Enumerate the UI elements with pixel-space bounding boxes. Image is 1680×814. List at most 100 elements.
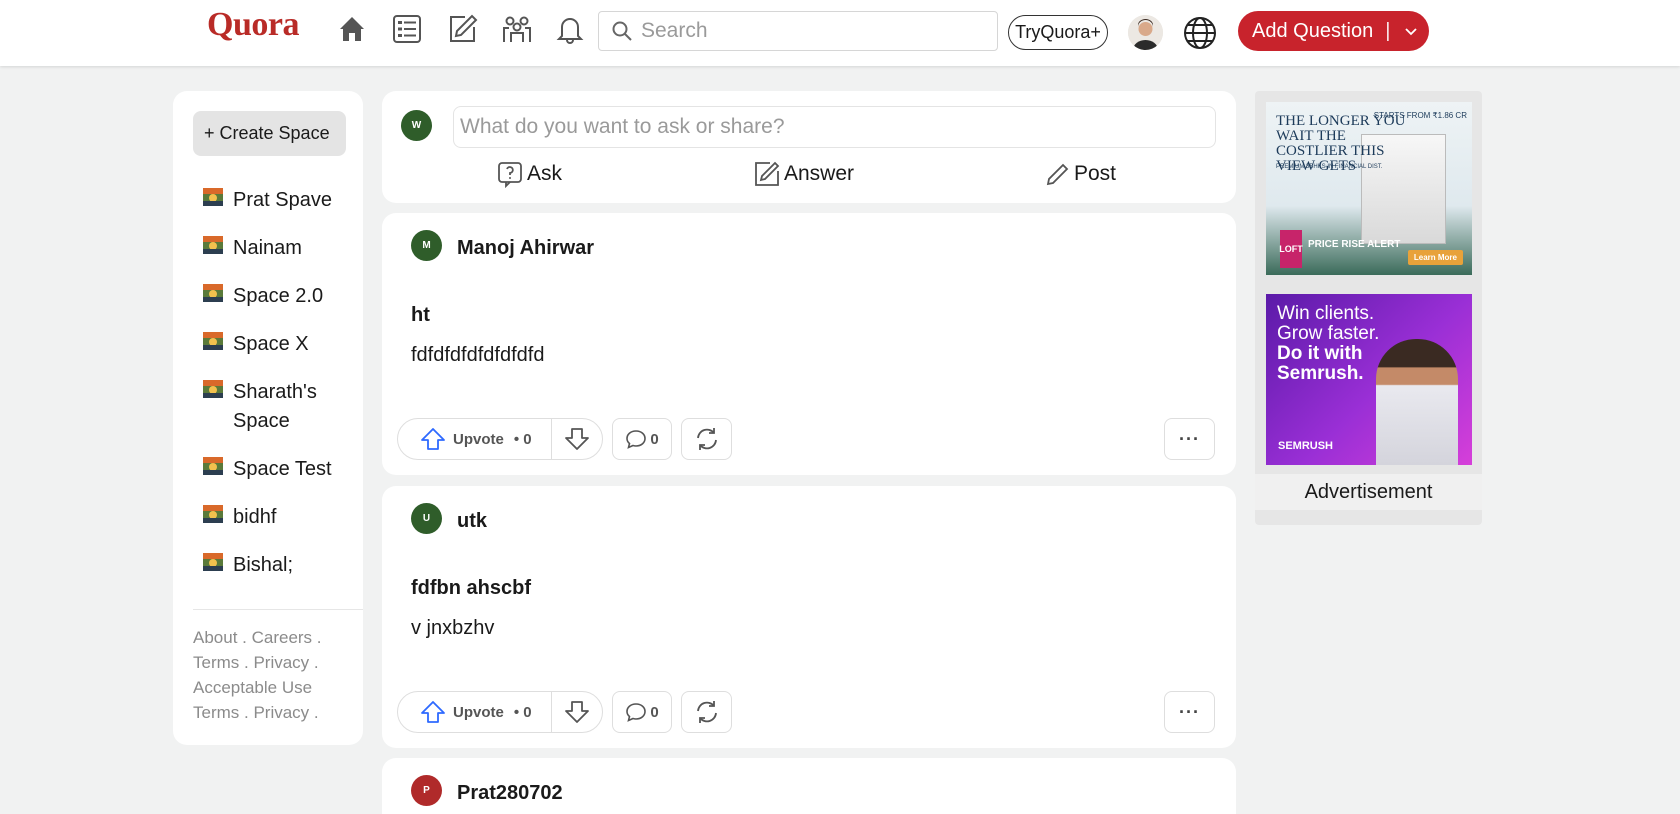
ad-copy: Win clients. Grow faster. Do it with Sem…	[1277, 304, 1379, 384]
vote-group: Upvote • 0	[397, 418, 603, 460]
quora-logo[interactable]: Quora	[207, 6, 299, 44]
post-title[interactable]: ht	[411, 304, 430, 327]
search-input[interactable]	[641, 19, 981, 43]
home-icon[interactable]	[335, 12, 369, 46]
feed-post: U utk fdfbn ahscbf v jnxbzhv Upvote • 0 …	[382, 486, 1236, 748]
space-thumbnail-icon	[203, 553, 223, 571]
upvote-count: • 0	[513, 430, 532, 448]
advertisement-panel: THE LONGER YOU WAIT THE COSTLIER THIS VI…	[1255, 91, 1482, 525]
comment-count: 0	[650, 430, 659, 448]
post-author[interactable]: utk	[457, 510, 487, 533]
more-options-button[interactable]: ···	[1164, 691, 1215, 733]
post-title[interactable]: fdfbn ahscbf	[411, 577, 531, 600]
sidebar-item-space[interactable]: Nainam	[203, 234, 353, 263]
ad-line: Win clients.	[1277, 303, 1375, 324]
avatar[interactable]: W	[401, 110, 432, 141]
add-question-button[interactable]: Add Question |	[1238, 11, 1429, 51]
upvote-button[interactable]: Upvote • 0	[398, 692, 552, 732]
spaces-sidebar: + Create Space Prat Spave Nainam Space 2…	[173, 91, 363, 745]
footer-link-line[interactable]: Terms . Privacy .	[193, 650, 353, 675]
ad-learn-more[interactable]: Learn More	[1407, 250, 1463, 265]
ask-button[interactable]: Ask	[496, 157, 562, 191]
add-question-separator: |	[1385, 19, 1391, 42]
space-thumbnail-icon	[203, 188, 223, 206]
feed-post: M Manoj Ahirwar ht fdfdfdfdfdfdfdfd Upvo…	[382, 213, 1236, 475]
share-button[interactable]	[681, 691, 732, 733]
vote-group: Upvote • 0	[397, 691, 603, 733]
create-space-button[interactable]: + Create Space	[193, 111, 346, 156]
user-avatar[interactable]	[1128, 15, 1163, 50]
sidebar-divider	[193, 609, 363, 610]
ad-person-illustration	[1376, 339, 1458, 465]
space-thumbnail-icon	[203, 457, 223, 475]
chevron-down-icon[interactable]	[1404, 24, 1418, 38]
answer-button[interactable]: Answer	[753, 157, 854, 191]
real-estate-ad[interactable]: THE LONGER YOU WAIT THE COSTLIER THIS VI…	[1266, 102, 1472, 275]
upvote-button[interactable]: Upvote • 0	[398, 419, 552, 459]
downvote-arrow-icon	[565, 428, 589, 450]
sidebar-item-label: Space 2.0	[233, 285, 324, 307]
post-label: Post	[1074, 162, 1117, 185]
upvote-count: • 0	[513, 703, 532, 721]
ad-line: Grow faster.	[1277, 323, 1380, 344]
add-question-label: Add Question	[1252, 19, 1374, 42]
sidebar-item-space[interactable]: Prat Spave	[203, 186, 353, 215]
upvote-label: Upvote	[453, 703, 504, 721]
upvote-label: Upvote	[453, 430, 504, 448]
try-quora-plus-button[interactable]: TryQuora+	[1008, 15, 1108, 50]
search-bar[interactable]	[598, 11, 998, 51]
comment-button[interactable]: 0	[612, 418, 672, 460]
post-author[interactable]: Prat280702	[457, 782, 563, 805]
avatar[interactable]: U	[411, 503, 442, 534]
answer-label: Answer	[784, 162, 855, 185]
ask-input[interactable]: What do you want to ask or share?	[453, 106, 1216, 148]
comment-count: 0	[650, 703, 659, 721]
answer-icon[interactable]	[445, 12, 479, 46]
sidebar-item-label: bidhf	[233, 506, 277, 528]
spaces-icon[interactable]	[500, 12, 534, 46]
footer-link-line[interactable]: Acceptable Use	[193, 675, 353, 700]
avatar[interactable]: M	[411, 230, 442, 261]
footer-link-line[interactable]: About . Careers .	[193, 625, 353, 650]
space-list: Prat Spave Nainam Space 2.0 Space X Shar…	[203, 186, 353, 599]
comment-button[interactable]: 0	[612, 691, 672, 733]
ad-line: Semrush.	[1277, 363, 1364, 384]
sidebar-item-label: Prat Spave	[233, 189, 332, 211]
sidebar-item-space[interactable]: Space X	[203, 330, 353, 359]
post-author[interactable]: Manoj Ahirwar	[457, 237, 594, 260]
space-thumbnail-icon	[203, 284, 223, 302]
space-thumbnail-icon	[203, 380, 223, 398]
answer-icon	[755, 161, 780, 186]
downvote-button[interactable]	[552, 692, 602, 732]
search-icon	[612, 21, 632, 41]
upvote-arrow-icon	[421, 428, 445, 450]
post-button[interactable]: Post	[1043, 157, 1116, 191]
post-body: v jnxbzhv	[411, 617, 495, 639]
share-button[interactable]	[681, 418, 732, 460]
question-icon	[498, 162, 522, 188]
following-icon[interactable]	[390, 12, 424, 46]
pencil-icon	[1046, 163, 1069, 186]
share-refresh-icon	[696, 428, 717, 450]
sidebar-item-space[interactable]: Space 2.0	[203, 282, 353, 311]
downvote-button[interactable]	[552, 419, 602, 459]
notifications-icon[interactable]	[553, 12, 587, 46]
downvote-arrow-icon	[565, 701, 589, 723]
sidebar-item-label: Bishal;	[233, 554, 294, 576]
comment-icon	[626, 430, 647, 449]
ad-subtext: PREMIUM 3BHKS IN FINANCIAL DIST.	[1276, 164, 1383, 170]
language-globe-icon[interactable]	[1182, 15, 1218, 51]
more-options-button[interactable]: ···	[1164, 418, 1215, 460]
sidebar-item-space[interactable]: bidhf	[203, 503, 353, 532]
footer-link-line[interactable]: Terms . Privacy .	[193, 700, 353, 725]
ask-label: Ask	[527, 162, 563, 185]
sidebar-item-space[interactable]: Space Test	[203, 455, 353, 484]
space-thumbnail-icon	[203, 505, 223, 523]
ad-alert: PRICE RISE ALERT	[1308, 239, 1401, 250]
sidebar-item-space[interactable]: Bishal;	[203, 551, 353, 580]
semrush-ad[interactable]: Win clients. Grow faster. Do it with Sem…	[1266, 294, 1472, 465]
ad-brand: LOFT	[1279, 230, 1303, 268]
avatar[interactable]: P	[411, 775, 442, 806]
top-navbar: Quora TryQuora+ Add Question |	[0, 0, 1680, 66]
sidebar-item-space[interactable]: Sharath's Space	[203, 378, 353, 436]
